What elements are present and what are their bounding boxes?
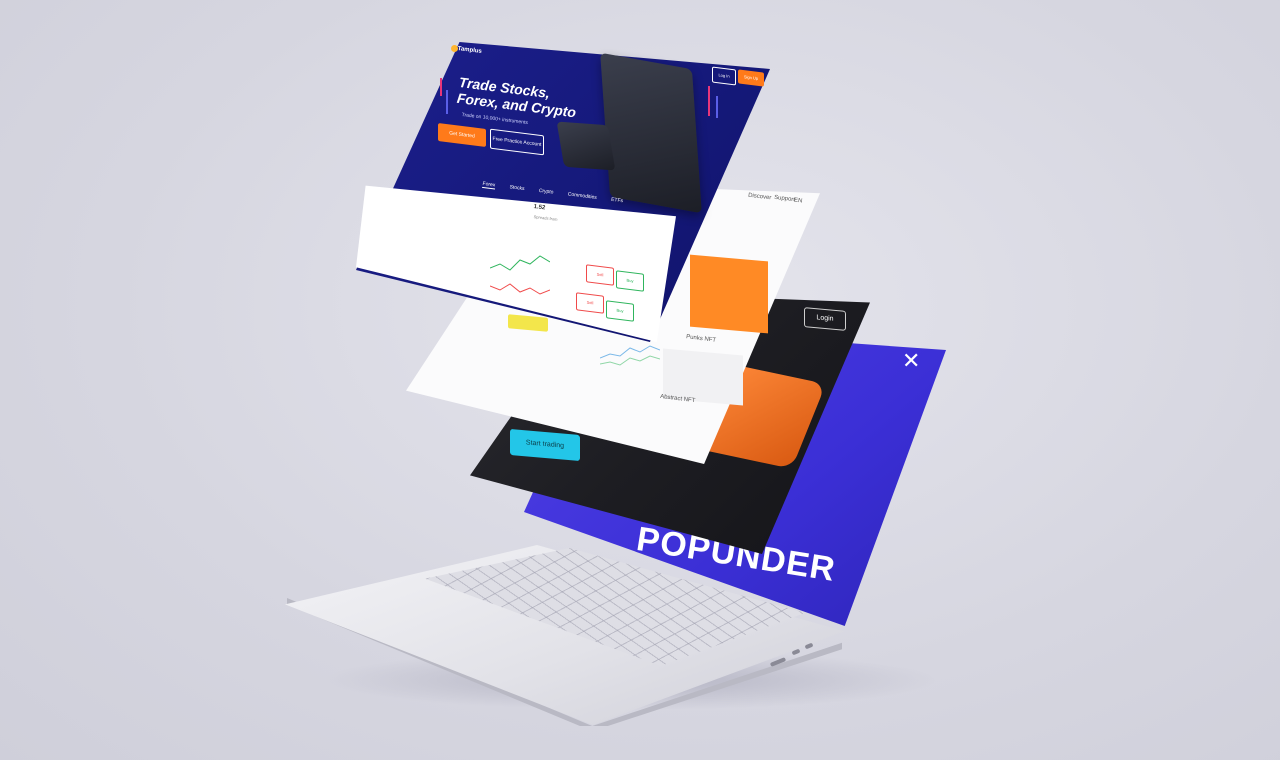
sparkline-chart bbox=[600, 345, 660, 366]
buy-button[interactable]: Buy bbox=[616, 270, 644, 292]
phone-graphic bbox=[556, 121, 616, 171]
nft-card-image[interactable] bbox=[690, 254, 768, 334]
tab-forex[interactable]: Forex bbox=[482, 180, 496, 190]
tab-stocks[interactable]: Stocks bbox=[509, 184, 525, 192]
sell-button[interactable]: Sell bbox=[576, 292, 604, 314]
chart-candle bbox=[446, 90, 448, 114]
tab-crypto[interactable]: Crypto bbox=[538, 188, 553, 196]
login-button[interactable]: Log In bbox=[712, 66, 736, 86]
buy-button[interactable]: Buy bbox=[606, 300, 634, 322]
close-icon[interactable]: ✕ bbox=[902, 350, 920, 372]
chart-candle bbox=[708, 86, 710, 116]
stat-value: 1.52 bbox=[533, 204, 546, 212]
sell-button[interactable]: Sell bbox=[586, 264, 614, 286]
nav-item-language[interactable]: EN bbox=[794, 198, 803, 205]
tab-commodities[interactable]: Commodities bbox=[567, 191, 597, 201]
scene: ✕ POPUNDER Start trading Login Discover … bbox=[0, 0, 1280, 760]
chart-candle bbox=[440, 78, 442, 96]
login-button[interactable]: Login bbox=[804, 307, 846, 331]
chart-candle bbox=[716, 96, 718, 118]
tab-etfs[interactable]: ETFs bbox=[611, 197, 624, 204]
price-chart bbox=[490, 255, 550, 295]
